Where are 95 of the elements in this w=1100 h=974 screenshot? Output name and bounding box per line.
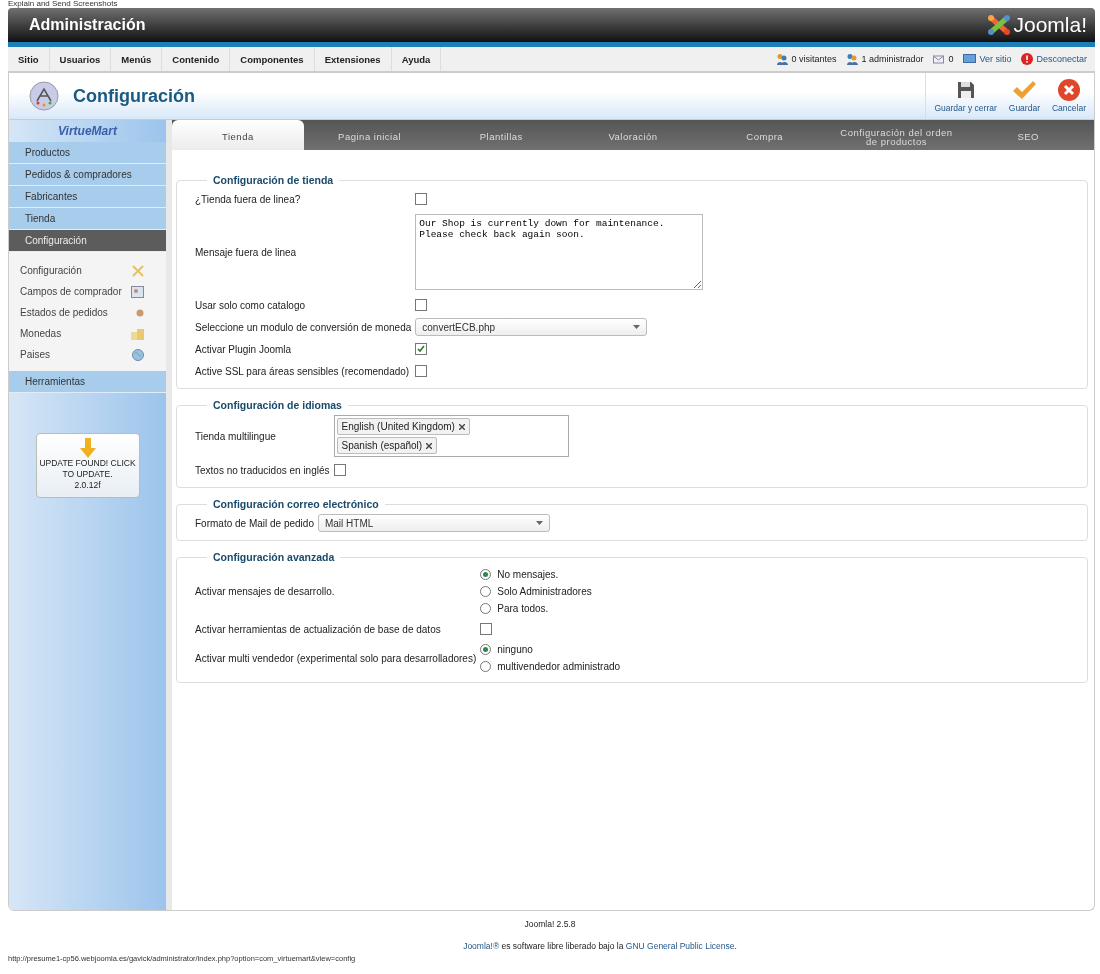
menu-item[interactable]: Usuarios [49, 47, 112, 71]
menu-item[interactable]: Contenido [162, 47, 231, 71]
status-link[interactable]: Desconectar [1036, 54, 1087, 64]
sidebar-item[interactable]: Productos [9, 142, 166, 164]
field-label: Mensaje fuera de linea [195, 246, 298, 258]
checkmark-icon [1012, 79, 1037, 101]
license-text: Joomla!® es software libre liberado bajo la GNU General Public License. [463, 941, 737, 951]
submenu-item[interactable]: Monedas [9, 323, 166, 344]
version-text: Joomla! 2.5.8 [524, 919, 576, 929]
toolbar-button[interactable]: Guardar [1004, 73, 1044, 119]
tab[interactable]: SEO [962, 120, 1095, 150]
status-text: 0 visitantes [791, 54, 837, 64]
checkbox[interactable] [415, 365, 428, 377]
sidebar-item[interactable]: Fabricantes [9, 186, 166, 208]
envelope-icon [933, 54, 946, 64]
field-label: Seleccione un modulo de conversión de moneda [195, 321, 413, 333]
sidebar-item[interactable]: Tienda [9, 208, 166, 230]
caret-icon [633, 325, 641, 329]
group-title: Configuración correo electrónico [212, 498, 380, 510]
group-title: Configuración avanzada [212, 551, 336, 563]
page-title: Configuración [73, 85, 195, 107]
language-tag: Spanish (español) [336, 437, 438, 454]
field-label: Activar multi vendedor (experimental solo para desarrolladores) [195, 652, 478, 664]
submenu-item[interactable]: Paises [9, 344, 166, 365]
menu-item[interactable]: Sitio [8, 47, 50, 71]
update-text: 2.0.12f [74, 480, 101, 491]
status-text: 0 [948, 54, 954, 64]
field-label: Activar Plugin Joomla [195, 343, 293, 355]
tab[interactable]: Compra [698, 120, 831, 150]
submenu-item[interactable]: Campos de comprador [9, 281, 166, 302]
monitor-icon [963, 54, 977, 64]
field-label: Activar mensajes de desarrollo. [195, 586, 336, 597]
status-text: 1 administrador [861, 54, 924, 64]
checkbox[interactable] [415, 193, 428, 205]
tab[interactable]: Plantillas [435, 120, 568, 150]
update-notice[interactable]: UPDATE FOUND! CLICK TO UPDATE. 2.0.12f [35, 433, 140, 498]
menu-item[interactable]: Extensiones [314, 47, 392, 71]
tab[interactable]: Configuración del orden de productos [830, 120, 963, 150]
tab[interactable]: Pagina inicial [303, 120, 436, 150]
update-text: UPDATE FOUND! CLICK TO UPDATE. [38, 458, 137, 480]
toolbar-button[interactable]: Guardar y cerrar [930, 73, 1001, 119]
radio-option[interactable]: multivendedor administrado [480, 659, 621, 674]
remove-icon[interactable] [458, 423, 465, 430]
field-label: ¿Tienda fuera de linea? [195, 193, 302, 205]
sidebar-item[interactable]: Configuración [9, 230, 166, 252]
field-label: Active SSL para áreas sensibles (recomendado) [195, 365, 411, 377]
group-title: Configuración de idiomas [212, 399, 343, 411]
language-tag: English (United Kingdom) [336, 418, 470, 435]
checkbox[interactable] [480, 623, 493, 635]
radio-option[interactable]: Para todos. [480, 601, 592, 616]
cancel-icon [1058, 79, 1080, 101]
logo-text: Joomla! [1013, 13, 1087, 37]
tab[interactable]: Valoración [567, 120, 699, 150]
overlay-note: Explain and Send Screenshots [7, 0, 119, 8]
submenu-item[interactable]: Estados de pedidos [9, 302, 166, 323]
checkbox[interactable] [333, 464, 346, 476]
form-icon [131, 285, 144, 298]
alert-icon [1021, 53, 1034, 65]
radio-option[interactable]: ninguno [480, 642, 621, 657]
status-icon [136, 308, 144, 317]
remove-icon[interactable] [426, 442, 433, 449]
dropdown[interactable]: convertECB.php [415, 318, 648, 336]
field-label: Usar solo como catalogo [195, 299, 307, 311]
caret-icon [535, 521, 543, 525]
tab[interactable]: Tienda [172, 120, 304, 150]
radio-option[interactable]: No mensajes. [480, 567, 592, 582]
tag-field[interactable]: English (United Kingdom) Spanish (español) [333, 415, 569, 457]
globe-icon [132, 348, 144, 361]
license-link[interactable]: Joomla!® [463, 941, 500, 951]
warning-arrow-icon [78, 438, 97, 458]
menu-item[interactable]: Ayuda [391, 47, 442, 71]
checkbox[interactable] [415, 343, 428, 355]
radio-option[interactable]: Solo Administradores [480, 584, 592, 599]
users-icon [846, 53, 859, 65]
menu-item[interactable]: Menús [111, 47, 163, 71]
field-label: Tienda multilingue [195, 430, 277, 442]
virtuemart-logo: VirtueMart [57, 123, 119, 140]
field-label: Formato de Mail de pedido [195, 517, 315, 529]
dropdown[interactable]: Mail HTML [317, 514, 550, 532]
checkbox[interactable] [415, 299, 428, 311]
coins-icon [131, 327, 144, 340]
field-label: Textos no traducidos en inglés [195, 464, 331, 476]
sidebar-item[interactable]: Herramientas [9, 371, 166, 393]
users-icon [776, 53, 789, 65]
submenu-item[interactable]: Configuración [9, 260, 166, 281]
logo-icon [987, 14, 1012, 36]
config-icon [29, 81, 59, 111]
menu-item[interactable]: Componentes [230, 47, 315, 71]
status-link[interactable]: Ver sitio [979, 54, 1012, 64]
toolbar-button[interactable]: Cancelar [1047, 73, 1090, 119]
header-title: Administración [29, 16, 146, 34]
field-label: Activar herramientas de actualización de base de datos [195, 623, 442, 635]
group-title: Configuración de tienda [212, 174, 335, 186]
sidebar-item[interactable]: Pedidos & compradores [9, 164, 166, 186]
message-textarea[interactable]: Our Shop is currently down for maintenance. Please check back again soon. [415, 214, 704, 290]
